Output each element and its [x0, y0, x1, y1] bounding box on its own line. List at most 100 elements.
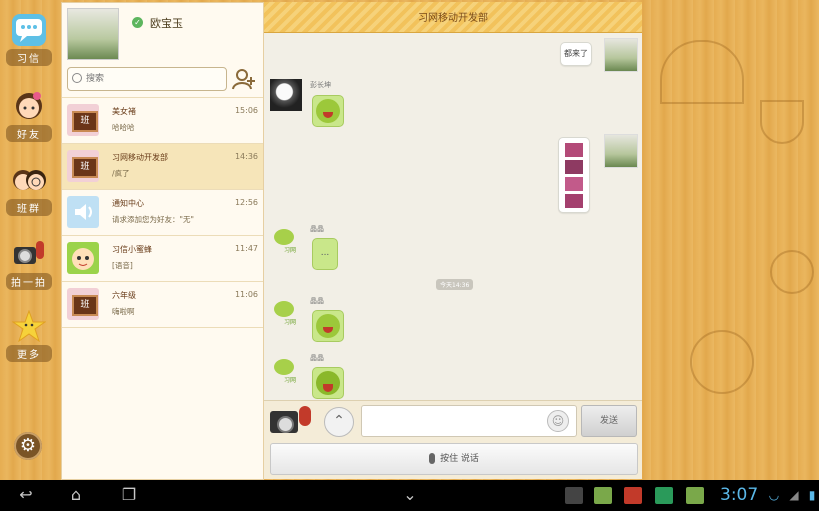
- conversation-preview: 请求添加您为好友："无": [112, 215, 194, 224]
- doodle-decoration: [690, 330, 754, 394]
- recent-apps-icon[interactable]: ❐: [115, 486, 143, 504]
- status-clock: 3:07: [720, 485, 759, 505]
- chat-title: 习网移动开发部: [418, 13, 488, 24]
- microphone-icon: [299, 406, 311, 426]
- image-thumbnail[interactable]: [564, 176, 584, 192]
- push-to-talk-button[interactable]: 按住 说话: [270, 443, 638, 475]
- add-friend-icon[interactable]: [232, 67, 256, 91]
- conversation-time: 14:36: [234, 152, 258, 161]
- class-board-avatar: 班: [67, 150, 99, 182]
- bee-label: 习网: [284, 247, 297, 254]
- doodle-sun: [770, 250, 814, 294]
- home-icon[interactable]: ⌂: [62, 486, 90, 504]
- conversation-time: 11:06: [234, 290, 258, 299]
- app-notification-icon[interactable]: [594, 487, 612, 504]
- class-board-avatar: 班: [67, 104, 99, 136]
- class-board-icon: 班: [72, 157, 98, 178]
- conversation-time: 15:06: [234, 106, 258, 115]
- image-thumbnail[interactable]: [564, 159, 584, 175]
- system-bar: ↩ ⌂ ❐ ⌄ 3:07 ◡ ◢ ▮: [0, 480, 819, 511]
- image-thumbnail[interactable]: [564, 142, 584, 158]
- class-group-icon: [12, 164, 46, 196]
- emoji-sticker: [312, 367, 344, 399]
- nav-label: 班群: [6, 199, 52, 216]
- search-box[interactable]: [67, 67, 227, 91]
- image-message[interactable]: [558, 137, 590, 213]
- app-notification-icon[interactable]: [624, 487, 642, 504]
- camera-mic-button[interactable]: [270, 405, 314, 435]
- conversation-panel: ✓ 欧宝玉 班 美女褚 15:06 哈哈哈 班 习网移动开发部 14:36 /疯…: [61, 2, 264, 480]
- profile-header: ✓ 欧宝玉: [62, 3, 263, 63]
- camera-icon: [12, 238, 46, 270]
- nav-label: 拍一拍: [6, 273, 52, 290]
- class-board-icon: 班: [72, 111, 98, 132]
- my-avatar[interactable]: [604, 38, 638, 72]
- chevron-down-icon[interactable]: ⌄: [396, 486, 424, 504]
- battery-icon: ▮: [808, 488, 816, 502]
- screenshot-notification-icon[interactable]: [565, 487, 583, 504]
- star-icon: [11, 309, 47, 343]
- expand-up-button[interactable]: ⌃: [324, 407, 354, 437]
- nav-item-xixin[interactable]: 习信: [6, 14, 52, 66]
- friends-girl-icon: [12, 90, 46, 122]
- chat-header: 习网移动开发部: [264, 2, 642, 33]
- search-input[interactable]: [86, 71, 220, 86]
- class-board-icon: 班: [72, 295, 98, 316]
- online-status-icon: ✓: [132, 17, 143, 28]
- time-divider: 今天14:36: [436, 279, 474, 290]
- message-bubble: 都来了: [560, 42, 592, 66]
- nav-item-friends[interactable]: 好友: [6, 90, 52, 142]
- play-store-icon[interactable]: [655, 487, 673, 504]
- nav-label: 好友: [6, 125, 52, 142]
- left-nav: 习信 好友 班群 拍一拍 更多 ⚙: [0, 0, 60, 480]
- bee-avatar[interactable]: 习网: [270, 295, 302, 327]
- image-thumbnail[interactable]: [564, 193, 584, 209]
- conversation-item[interactable]: 班 六年级 11:06 嗨啦啊: [62, 281, 263, 328]
- bee-icon: [67, 242, 99, 274]
- profile-avatar[interactable]: [67, 8, 119, 60]
- doodle-decoration: [660, 40, 744, 104]
- my-avatar[interactable]: [604, 134, 638, 168]
- nav-label: 更多: [6, 345, 52, 362]
- back-icon[interactable]: ↩: [12, 486, 40, 504]
- conversation-preview: [语音]: [112, 261, 133, 270]
- conversation-time: 11:47: [234, 244, 258, 253]
- doodle-decoration: [760, 100, 804, 144]
- nav-label: 习信: [6, 49, 52, 66]
- bee-avatar[interactable]: 习网: [270, 353, 302, 385]
- chat-panel: 习网移动开发部 都来了 彭长坤 习网 晶晶 ... 今天14:36 习网 晶晶 …: [264, 2, 642, 479]
- conversation-name: 美女褚: [112, 107, 136, 116]
- nav-item-class-group[interactable]: 班群: [6, 164, 52, 216]
- bee-label: 习网: [284, 377, 297, 384]
- app-notification-icon[interactable]: [686, 487, 704, 504]
- push-to-talk-label: 按住 说话: [440, 454, 479, 464]
- gear-icon[interactable]: ⚙: [14, 432, 42, 460]
- emoji-picker-icon[interactable]: ☺: [547, 410, 569, 432]
- sender-name: 晶晶: [310, 354, 324, 362]
- emoji-sticker: [312, 310, 344, 342]
- composer-bar: ⌃ ☺ 发送 按住 说话: [264, 400, 642, 479]
- conversation-item[interactable]: 通知中心 12:56 请求添加您为好友："无": [62, 189, 263, 235]
- message-input[interactable]: [361, 405, 577, 437]
- conversation-item[interactable]: 习信小蜜蜂 11:47 [语音]: [62, 235, 263, 281]
- nav-item-more[interactable]: 更多: [6, 309, 52, 362]
- sender-avatar[interactable]: [270, 79, 302, 111]
- emoji-face-icon: [316, 99, 340, 123]
- sender-name: 晶晶: [310, 225, 324, 233]
- sender-name: 彭长坤: [310, 81, 331, 89]
- class-board-avatar: 班: [67, 288, 99, 320]
- speaker-icon: [67, 196, 99, 228]
- bee-avatar[interactable]: 习网: [270, 223, 302, 255]
- conversation-preview: /疯了: [112, 169, 130, 178]
- conversation-item[interactable]: 班 美女褚 15:06 哈哈哈: [62, 97, 263, 143]
- conversation-preview: 嗨啦啊: [112, 307, 135, 316]
- message-bubble: ...: [312, 238, 338, 270]
- nav-item-shoot[interactable]: 拍一拍: [6, 238, 52, 290]
- emoji-face-icon: [316, 314, 340, 338]
- message-list[interactable]: 都来了 彭长坤 习网 晶晶 ... 今天14:36 习网 晶晶 习网 晶晶: [264, 33, 642, 400]
- conversation-item-selected[interactable]: 班 习网移动开发部 14:36 /疯了: [62, 143, 263, 189]
- conversation-name: 习网移动开发部: [112, 153, 168, 162]
- send-button[interactable]: 发送: [581, 405, 637, 437]
- chat-bubble-icon: [12, 14, 46, 46]
- conversation-name: 六年级: [112, 291, 136, 300]
